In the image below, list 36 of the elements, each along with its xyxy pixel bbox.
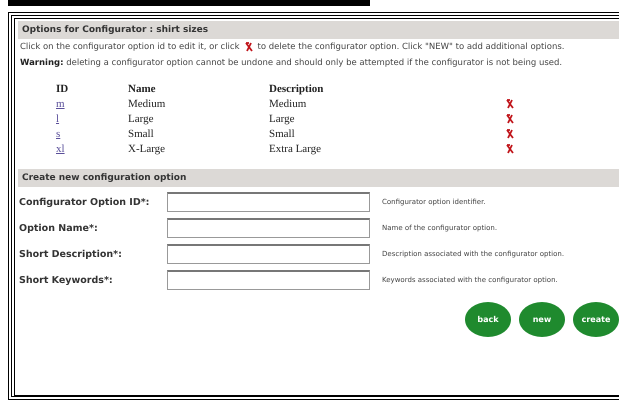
delete-icon[interactable] — [506, 114, 514, 124]
table-cell-text: Large — [128, 112, 154, 127]
input-field[interactable] — [167, 192, 370, 212]
table-cell-text: Small — [128, 127, 155, 142]
delete-icon[interactable] — [244, 42, 253, 52]
oval-button[interactable]: create — [573, 302, 619, 337]
input-field[interactable] — [167, 218, 370, 238]
table-cell-text: Large — [269, 112, 296, 127]
option-id-link[interactable]: l — [56, 113, 60, 125]
instruction-text: Click on the configurator option id to edit it, or click — [20, 42, 240, 52]
table-cell-text: Extra Large — [269, 142, 322, 157]
field-label: Configurator Option ID*: — [19, 196, 150, 208]
table-cell-text: Small — [269, 127, 296, 142]
column-header: Description — [269, 82, 324, 97]
input-field[interactable] — [167, 244, 370, 264]
oval-button[interactable]: back — [465, 302, 511, 337]
delete-icon[interactable] — [506, 99, 514, 110]
section-header: Create new configuration option — [18, 169, 619, 187]
delete-icon[interactable] — [506, 144, 514, 154]
delete-icon[interactable] — [506, 129, 514, 140]
option-id-link[interactable]: xl — [56, 143, 65, 155]
field-label: Short Keywords*: — [19, 274, 114, 286]
column-header: Name — [128, 82, 156, 97]
input-field[interactable] — [167, 270, 370, 290]
field-label: Short Description*: — [19, 248, 123, 260]
instruction-text: to delete the configurator option. Click "NEW" to add additional options. — [258, 42, 564, 52]
table-cell-text: Medium — [269, 97, 308, 112]
column-header: ID — [56, 82, 70, 97]
field-label: Option Name*: — [19, 222, 99, 234]
oval-button[interactable]: new — [519, 302, 565, 337]
option-id-link[interactable]: m — [56, 98, 65, 110]
warning-text: Warning: deleting a configurator option cannot be undone and should only be attempted if the configurator is not being used. — [20, 57, 564, 70]
table-cell-text: Medium — [128, 97, 166, 112]
table-cell-text: X-Large — [128, 142, 166, 157]
section-header: Options for Configurator : shirt sizes — [18, 21, 619, 39]
option-id-link[interactable]: s — [56, 128, 60, 140]
